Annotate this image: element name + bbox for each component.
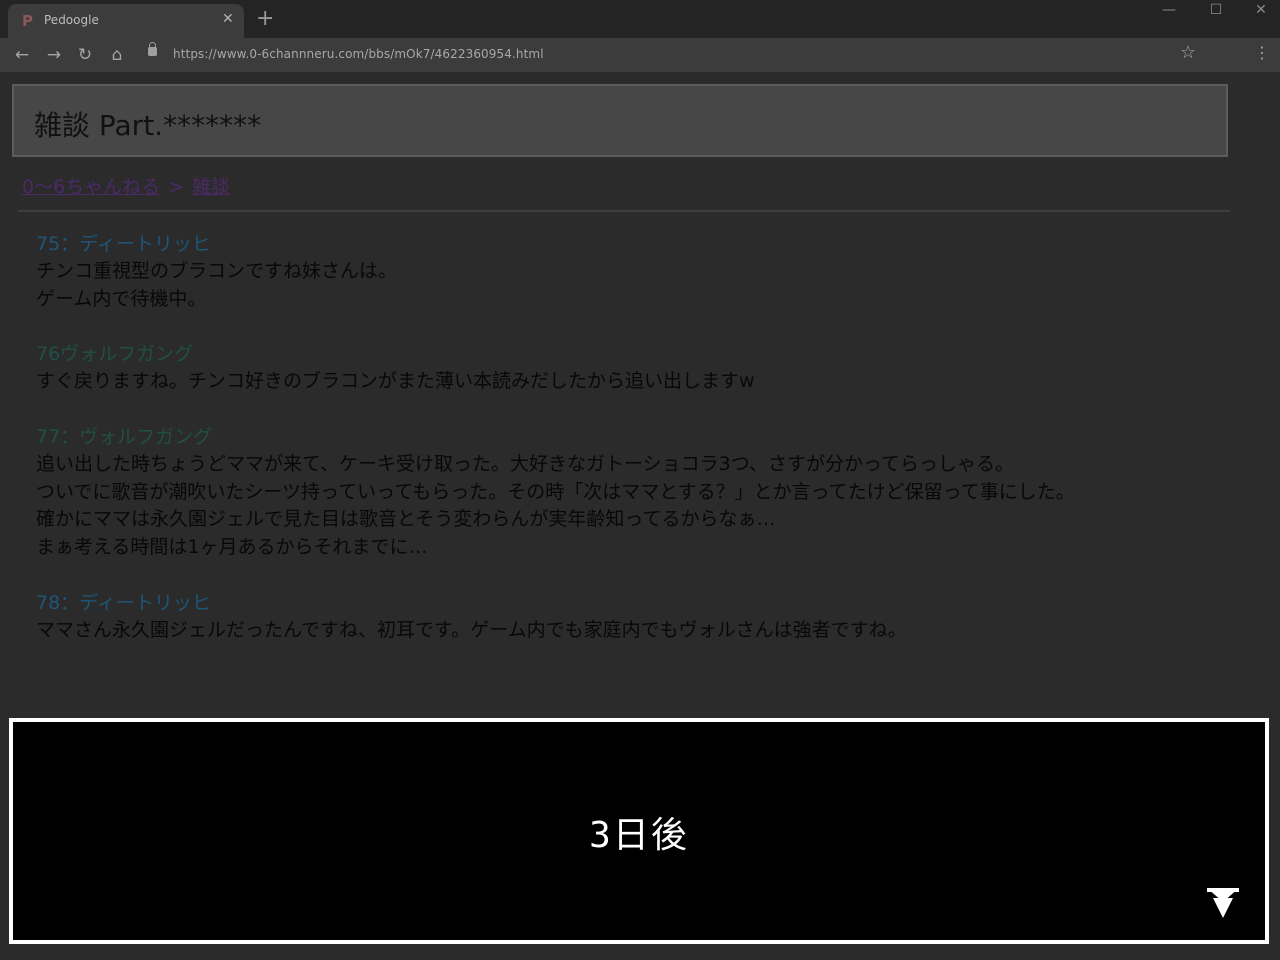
- favicon-icon: P: [22, 12, 33, 30]
- dialog-box[interactable]: 3日後: [9, 718, 1269, 944]
- breadcrumb: 0～6ちゃんねる > 雑談: [22, 172, 230, 199]
- post-body-line: ママさん永久園ジェルだったんですね、初耳です。ゲーム内でも家庭内でもヴォルさんは…: [36, 619, 907, 641]
- window-close-icon[interactable]: ✕: [1246, 0, 1276, 20]
- post-76: 76ヴォルフガング すぐ戻りますね。チンコ好きのブラコンがまた薄い本読みだしたか…: [36, 340, 755, 396]
- post-body-line: すぐ戻りますね。チンコ好きのブラコンがまた薄い本読みだしたから追い出しますw: [36, 370, 755, 392]
- url-field[interactable]: https://www.0-6channneru.com/bbs/mOk7/46…: [173, 47, 544, 61]
- back-icon[interactable]: ←: [11, 44, 33, 66]
- lock-icon[interactable]: [148, 42, 157, 56]
- browser-tab[interactable]: P Pedoogle ✕: [8, 4, 244, 38]
- reload-icon[interactable]: ↻: [74, 44, 96, 66]
- post-75: 75：ディートリッヒ チンコ重視型のブラコンですね妹さんは。 ゲーム内で待機中。: [36, 230, 397, 313]
- post-header: 78：ディートリッヒ: [36, 592, 211, 614]
- post-body-line: チンコ重視型のブラコンですね妹さんは。: [36, 260, 398, 282]
- thread-title: 雑談 Part.*******: [34, 109, 262, 142]
- post-header: 77：ヴォルフガング: [36, 426, 213, 448]
- breadcrumb-current-link[interactable]: 雑談: [192, 176, 230, 198]
- minimize-icon[interactable]: —: [1154, 0, 1184, 20]
- browser-tab-strip: P Pedoogle ✕ + — ☐ ✕: [0, 0, 1280, 38]
- forward-icon[interactable]: →: [43, 44, 65, 66]
- advance-arrow-icon[interactable]: [1207, 888, 1239, 918]
- post-78: 78：ディートリッヒ ママさん永久園ジェルだったんですね、初耳です。ゲーム内でも…: [36, 589, 907, 645]
- post-body-line: ついでに歌音が潮吹いたシーツ持っていってもらった。その時「次はママとする？」とか…: [36, 480, 1075, 503]
- address-toolbar: ← → ↻ ⌂ https://www.0-6channneru.com/bbs…: [0, 38, 1280, 72]
- post-77: 77：ヴォルフガング 追い出した時ちょうどママが来て、ケーキ受け取った。大好きな…: [36, 423, 1075, 561]
- post-body-line: 確かにママは永久園ジェルで見た目は歌音とそう変わらんが実年齢知ってるからなぁ…: [36, 508, 776, 530]
- browser-menu-icon[interactable]: ⋮: [1252, 43, 1272, 62]
- dialog-text: 3日後: [589, 815, 689, 856]
- post-body-line: まぁ考える時間は1ヶ月あるからそれまでに…: [36, 535, 428, 558]
- post-header: 76ヴォルフガング: [36, 343, 194, 365]
- close-tab-icon[interactable]: ✕: [222, 11, 234, 27]
- post-body-line: 追い出した時ちょうどママが来て、ケーキ受け取った。大好きなガトーショコラ3つ、さ…: [36, 453, 1015, 475]
- thread-title-box: 雑談 Part.*******: [12, 84, 1228, 157]
- breadcrumb-home-link[interactable]: 0～6ちゃんねる: [22, 176, 160, 198]
- tab-title: Pedoogle: [44, 13, 99, 27]
- divider: [18, 210, 1230, 212]
- breadcrumb-separator: >: [168, 176, 185, 198]
- post-body-line: ゲーム内で待機中。: [36, 287, 207, 310]
- new-tab-button[interactable]: +: [256, 6, 274, 32]
- home-icon[interactable]: ⌂: [106, 44, 128, 66]
- post-header: 75：ディートリッヒ: [36, 233, 211, 255]
- maximize-icon[interactable]: ☐: [1201, 0, 1231, 20]
- bookmark-star-icon[interactable]: ☆: [1180, 42, 1196, 63]
